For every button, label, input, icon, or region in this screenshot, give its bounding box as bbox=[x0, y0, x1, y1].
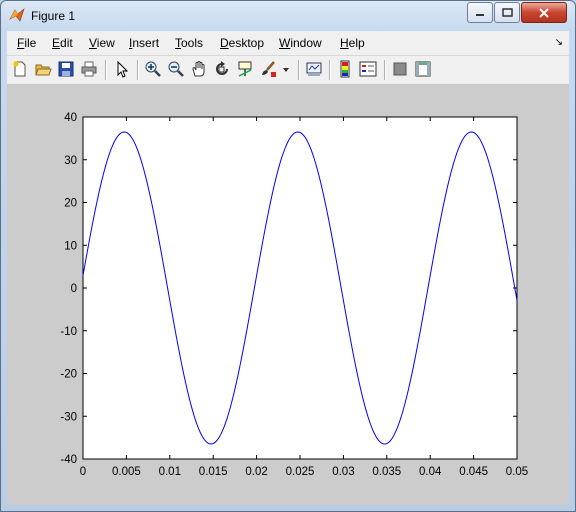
zoom-in-icon[interactable] bbox=[144, 60, 162, 78]
y-tick-label: 0 bbox=[71, 283, 77, 295]
menu-window-mnemonic: W bbox=[279, 36, 291, 50]
menu-view-mnemonic: V bbox=[89, 36, 97, 50]
menu-help-mnemonic: H bbox=[340, 36, 349, 50]
y-tick-label: -30 bbox=[60, 411, 77, 423]
figure-toolbar bbox=[7, 56, 569, 85]
menu-edit-label: dit bbox=[60, 36, 73, 50]
menu-help-label: elp bbox=[348, 36, 365, 50]
y-tick-label: -40 bbox=[60, 454, 77, 466]
menu-bar: File Edit View Insert Tools Desktop Wind… bbox=[7, 31, 569, 56]
show-plot-tools-icon[interactable] bbox=[414, 60, 432, 78]
menu-insert[interactable]: Insert bbox=[129, 36, 159, 50]
print-icon[interactable] bbox=[80, 60, 98, 78]
minimize-icon bbox=[476, 13, 484, 16]
menu-file[interactable]: File bbox=[17, 36, 36, 50]
x-tick-label: 0.025 bbox=[286, 466, 315, 478]
maximize-button[interactable] bbox=[494, 2, 520, 23]
brush-dropdown-icon[interactable] bbox=[279, 60, 293, 78]
brush-icon[interactable] bbox=[259, 60, 277, 78]
matlab-app-icon bbox=[9, 8, 25, 22]
x-tick-label: 0.015 bbox=[199, 466, 228, 478]
zoom-out-icon[interactable] bbox=[167, 60, 185, 78]
x-tick-label: 0.03 bbox=[332, 466, 354, 478]
figure-canvas: 0 0.005 0.01 0.015 0.02 0.025 0.03 0.035 0.04 0.0… bbox=[7, 85, 569, 505]
menu-tools-label: ools bbox=[181, 36, 204, 50]
x-tick-label: 0.045 bbox=[459, 466, 488, 478]
toolbar-separator bbox=[298, 60, 300, 80]
new-figure-icon[interactable] bbox=[11, 60, 29, 78]
menu-tools[interactable]: Tools bbox=[175, 36, 203, 50]
toolbar-separator bbox=[329, 60, 331, 80]
menu-edit-mnemonic: E bbox=[52, 36, 61, 50]
figure-window: Figure 1 File Edit View Insert Tools Des… bbox=[0, 0, 576, 512]
title-bar[interactable]: Figure 1 bbox=[1, 1, 575, 30]
menu-file-label: ile bbox=[24, 36, 37, 50]
edit-plot-arrow-icon[interactable] bbox=[113, 60, 131, 78]
link-plot-icon[interactable] bbox=[305, 60, 323, 78]
rotate-3d-icon[interactable] bbox=[213, 60, 231, 78]
minimize-button[interactable] bbox=[467, 2, 493, 23]
close-button[interactable] bbox=[521, 2, 567, 23]
y-tick-label: -10 bbox=[60, 326, 77, 338]
menu-desktop-label: esktop bbox=[228, 36, 265, 50]
x-tick-label: 0.05 bbox=[506, 466, 528, 478]
data-cursor-icon[interactable] bbox=[236, 60, 254, 78]
pan-hand-icon[interactable] bbox=[190, 60, 208, 78]
hide-plot-tools-icon[interactable] bbox=[391, 60, 409, 78]
x-tick-label: 0.005 bbox=[112, 466, 141, 478]
x-tick-label: 0.02 bbox=[245, 466, 267, 478]
menu-desktop[interactable]: Desktop bbox=[220, 36, 264, 50]
menu-help[interactable]: Help bbox=[340, 36, 365, 50]
menu-window[interactable]: Window bbox=[279, 36, 322, 50]
colorbar-icon[interactable] bbox=[336, 60, 354, 78]
dock-figure-icon[interactable]: ↘ bbox=[555, 37, 563, 48]
toolbar-separator bbox=[137, 60, 139, 80]
x-tick-label: 0.04 bbox=[419, 466, 442, 478]
toolbar-separator bbox=[384, 60, 386, 80]
open-file-icon[interactable] bbox=[34, 60, 52, 78]
save-icon[interactable] bbox=[57, 60, 75, 78]
window-title: Figure 1 bbox=[31, 9, 76, 23]
menu-desktop-mnemonic: D bbox=[220, 36, 229, 50]
close-icon bbox=[539, 7, 549, 18]
menu-edit[interactable]: Edit bbox=[52, 36, 73, 50]
menu-view[interactable]: View bbox=[89, 36, 115, 50]
x-tick-label: 0.035 bbox=[372, 466, 401, 478]
x-tick-label: 0.01 bbox=[159, 466, 181, 478]
menu-view-label: iew bbox=[96, 36, 115, 50]
y-tick-label: 30 bbox=[64, 155, 77, 167]
y-tick-label: 10 bbox=[64, 240, 77, 252]
plot-area[interactable]: 0 0.005 0.01 0.015 0.02 0.025 0.03 0.035 0.04 0.0… bbox=[7, 85, 569, 505]
toolbar-separator bbox=[105, 60, 107, 80]
y-tick-label: 40 bbox=[64, 112, 77, 124]
y-tick-label: -20 bbox=[60, 369, 77, 381]
menu-window-label: indow bbox=[290, 36, 322, 50]
x-tick-label: 0 bbox=[80, 466, 86, 478]
legend-icon[interactable] bbox=[359, 60, 377, 78]
y-tick-label: 20 bbox=[64, 198, 77, 210]
menu-insert-label: nsert bbox=[132, 36, 160, 50]
maximize-icon bbox=[501, 8, 513, 17]
